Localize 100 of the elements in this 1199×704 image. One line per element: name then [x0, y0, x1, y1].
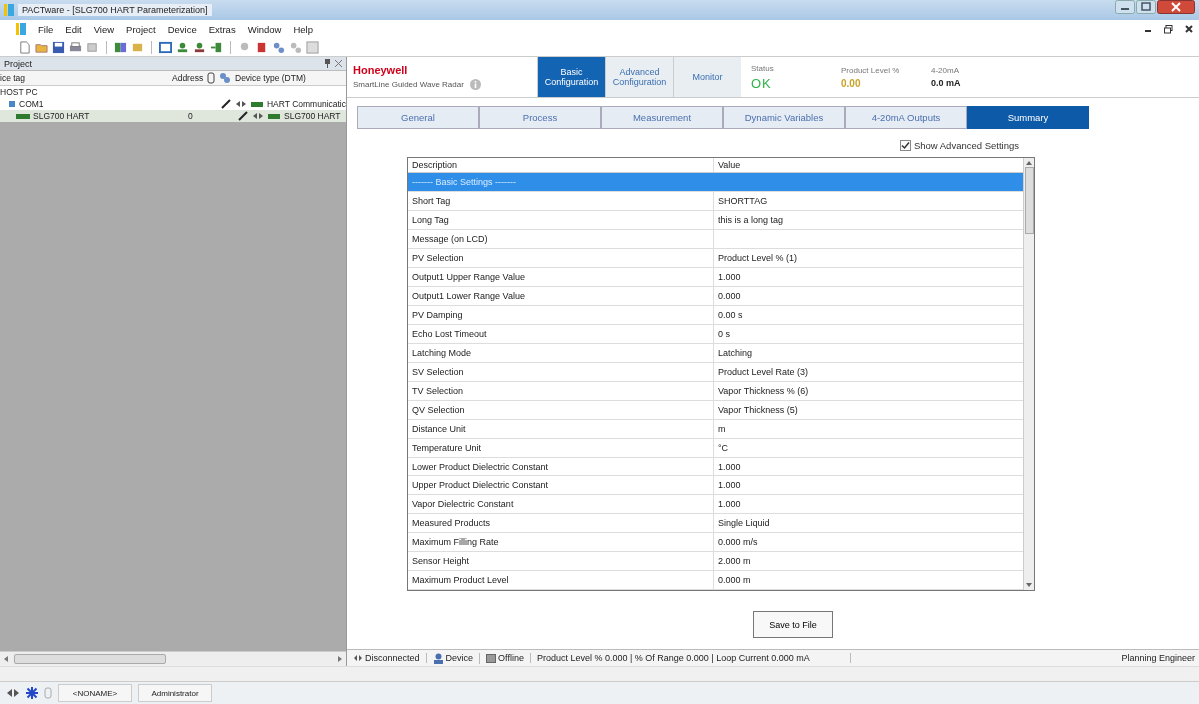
- status-text: Disconnected: [365, 653, 420, 663]
- print-preview-icon[interactable]: [86, 40, 99, 54]
- table-row[interactable]: Vapor Dielectric Constant 1.000: [408, 495, 1023, 515]
- checkbox[interactable]: [899, 140, 911, 151]
- checkbox-label[interactable]: Show Advanced Settings: [913, 140, 1019, 151]
- table-cell: Vapor Thickness (5): [718, 404, 798, 415]
- tab[interactable]: Advanced Configuration: [605, 57, 673, 97]
- table-row[interactable]: QV Selection Vapor Thickness (5): [408, 400, 1023, 420]
- brand-logo: Honeywell: [353, 64, 408, 76]
- menu-item[interactable]: Project: [126, 23, 156, 35]
- tab[interactable]: Process: [479, 106, 601, 129]
- table-cell: 0.000 m/s: [718, 537, 758, 548]
- tab[interactable]: Dynamic Variables: [723, 106, 845, 129]
- table-cell: this is a long tag: [718, 215, 784, 226]
- tab[interactable]: Monitor: [673, 57, 741, 97]
- tab[interactable]: Summary: [967, 106, 1089, 129]
- tab[interactable]: Measurement: [601, 106, 723, 129]
- table-row[interactable]: Maximum Filling Rate 0.000 m/s: [408, 533, 1023, 553]
- table-row[interactable]: Distance Unit m: [408, 419, 1023, 439]
- horizontal-scrollbar[interactable]: [0, 651, 346, 666]
- menu-item[interactable]: Help: [293, 23, 313, 35]
- readout-label: Product Level %: [841, 65, 901, 75]
- status-text: Device: [445, 653, 474, 663]
- device-tag: SLG700 HART: [33, 111, 90, 121]
- table-cell: Vapor Dielectric Constant: [412, 499, 514, 510]
- table-row[interactable]: Long Tag this is a long tag: [408, 211, 1023, 231]
- scroll-thumb[interactable]: [14, 654, 166, 664]
- table-cell: Upper Product Dielectric Constant: [412, 480, 549, 491]
- table-row[interactable]: TV Selection Vapor Thickness % (6): [408, 381, 1023, 401]
- table-cell: 1.000: [718, 272, 741, 283]
- menu-item[interactable]: Device: [167, 23, 197, 35]
- menu-item[interactable]: Extras: [208, 23, 236, 35]
- device-icon: [268, 111, 280, 121]
- column-header[interactable]: ice tag: [0, 73, 172, 83]
- maximize-icon[interactable]: [1136, 0, 1156, 14]
- column-header: Description: [408, 158, 714, 173]
- device-icon: [16, 112, 30, 120]
- table-row[interactable]: Temperature Unit °C: [408, 438, 1023, 458]
- table-cell: 1.000: [718, 499, 741, 510]
- table-cell: m: [718, 423, 726, 434]
- connection-icon[interactable]: [6, 688, 20, 698]
- table-cell: Maximum Filling Rate: [412, 537, 499, 548]
- table-cell: 0.000: [718, 291, 741, 302]
- table-cell: Product Level Rate (3): [718, 366, 809, 377]
- table-row[interactable]: PV Selection Product Level % (1): [408, 249, 1023, 269]
- table-row[interactable]: Lower Product Dielectric Constant 1.000: [408, 457, 1023, 477]
- table-cell: Single Liquid: [718, 518, 770, 529]
- table-row[interactable]: SV Selection Product Level Rate (3): [408, 362, 1023, 382]
- asterisk-icon[interactable]: [26, 687, 38, 699]
- window-title: PACTware - [SLG700 HART Parameterization]: [18, 4, 212, 16]
- window-icon[interactable]: [159, 40, 172, 54]
- table-row[interactable]: Echo Lost Timeout 0 s: [408, 324, 1023, 344]
- status-text: Offline: [498, 653, 524, 663]
- column-header[interactable]: Address: [172, 73, 207, 83]
- table-row[interactable]: PV Damping 0.00 s: [408, 306, 1023, 325]
- print-icon[interactable]: [69, 40, 82, 54]
- table-row[interactable]: Measured Products Single Liquid: [408, 514, 1023, 534]
- table-row[interactable]: Latching Mode Latching: [408, 343, 1023, 363]
- scroll-up-icon[interactable]: [1026, 160, 1032, 165]
- menu-item[interactable]: View: [93, 23, 115, 35]
- scroll-down-icon[interactable]: [1026, 583, 1032, 588]
- tab[interactable]: 4-20mA Outputs: [845, 106, 967, 129]
- table-row[interactable]: Sensor Height 2.000 m: [408, 552, 1023, 572]
- user-name: Administrator: [138, 684, 212, 702]
- product-name: SmartLine Guided Wave Radar: [353, 80, 464, 89]
- table-cell: TV Selection: [412, 385, 464, 396]
- table-row[interactable]: Output1 Lower Range Value 0.000: [408, 287, 1023, 307]
- table-cell: Temperature Unit: [412, 442, 482, 453]
- table-row[interactable]: Short Tag SHORTTAG: [408, 192, 1023, 212]
- vertical-scrollbar[interactable]: [1023, 158, 1034, 590]
- gears-icon[interactable]: [272, 40, 285, 54]
- scroll-right-icon[interactable]: [337, 656, 343, 662]
- pin-icon[interactable]: [324, 59, 331, 68]
- save-icon[interactable]: [52, 40, 65, 54]
- minimize-icon[interactable]: [1115, 0, 1135, 14]
- column-header[interactable]: Device type (DTM): [235, 73, 346, 83]
- connection-icon: [252, 112, 264, 120]
- table-cell: Latching Mode: [412, 347, 472, 358]
- device-icon: [250, 99, 263, 109]
- new-file-icon[interactable]: [18, 40, 31, 54]
- save-button[interactable]: Save to File: [753, 611, 833, 638]
- scroll-thumb[interactable]: [1024, 167, 1034, 234]
- menu-item[interactable]: File: [38, 23, 54, 35]
- menu-item[interactable]: Edit: [65, 23, 82, 35]
- tab[interactable]: Basic Configuration: [537, 57, 605, 97]
- table-cell: Long Tag: [412, 215, 449, 226]
- tab[interactable]: General: [357, 106, 479, 129]
- menu-item[interactable]: Window: [247, 23, 282, 35]
- close-icon[interactable]: [1185, 25, 1193, 33]
- table-row[interactable]: Message (on LCD): [408, 230, 1023, 250]
- table-cell: Distance Unit: [412, 423, 466, 434]
- close-icon[interactable]: [1157, 0, 1195, 14]
- table-row[interactable]: Upper Product Dielectric Constant 1.000: [408, 476, 1023, 496]
- device-tag: HOST PC: [0, 87, 38, 97]
- restore-icon[interactable]: [1164, 24, 1173, 34]
- table-row[interactable]: Maximum Product Level 0.000 m: [408, 571, 1023, 591]
- tree-item[interactable]: SLG700 HART 0 SLG700 HART: [0, 110, 346, 122]
- scroll-left-icon[interactable]: [3, 656, 9, 662]
- readout-label: Status: [751, 63, 775, 73]
- table-row[interactable]: Output1 Upper Range Value 1.000: [408, 268, 1023, 288]
